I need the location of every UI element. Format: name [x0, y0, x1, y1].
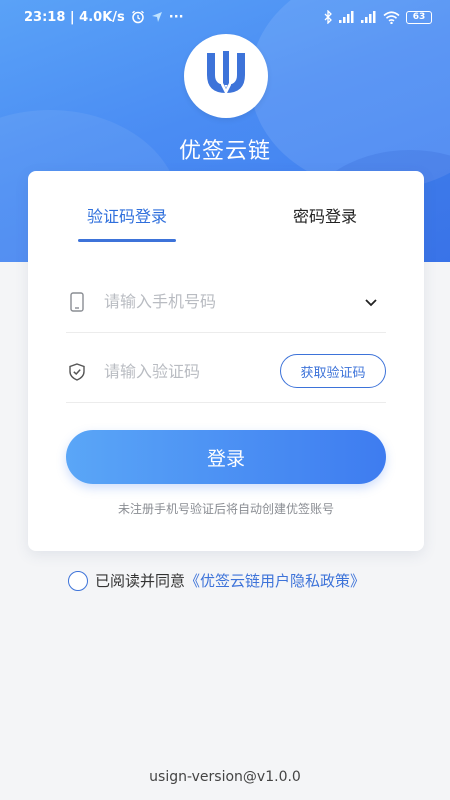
phone-field-row [66, 271, 386, 333]
privacy-policy-link[interactable]: 《优签云链用户隐私政策》 [185, 570, 365, 591]
status-bar: 23:18 | 4.0K/s ··· 63 [0, 0, 450, 34]
wifi-icon [383, 10, 400, 24]
u-pen-logo [207, 49, 245, 95]
send-icon [151, 11, 163, 23]
app-title: 优签云链 [178, 139, 271, 164]
agreement-row: 已阅读并同意 《优签云链用户隐私政策》 [68, 570, 365, 591]
tab-sms-login[interactable]: 验证码登录 [87, 203, 167, 227]
more-indicator: ··· [168, 9, 184, 25]
phone-input[interactable] [104, 292, 304, 311]
version-label: usign-version@v1.0.0 [149, 769, 301, 785]
chevron-down-icon[interactable] [364, 293, 378, 312]
alarm-icon [131, 10, 145, 24]
shield-icon [67, 362, 87, 381]
register-hint: 未注册手机号验证后将自动创建优签账号 [117, 502, 334, 516]
login-card: 验证码登录 密码登录 获取验证码 登录 未注册手机号验证后将自动创建优签账号 [28, 171, 424, 551]
status-time: 23:18 | 4.0K/s [24, 9, 125, 25]
agreement-prefix: 已阅读并同意 [95, 572, 186, 590]
code-input[interactable] [104, 362, 304, 381]
hd-signal-icon [361, 11, 377, 23]
agree-radio[interactable] [68, 570, 88, 591]
active-tab-indicator [78, 239, 176, 242]
get-code-button[interactable]: 获取验证码 [280, 354, 386, 388]
signal-icon [339, 11, 355, 23]
battery-icon: 63 [406, 10, 432, 24]
phone-icon [67, 291, 87, 312]
login-button[interactable]: 登录 [66, 430, 386, 484]
app-logo [184, 34, 268, 118]
bluetooth-icon [324, 10, 333, 24]
tab-password-login[interactable]: 密码登录 [293, 203, 357, 227]
code-field-row: 获取验证码 [66, 341, 386, 403]
